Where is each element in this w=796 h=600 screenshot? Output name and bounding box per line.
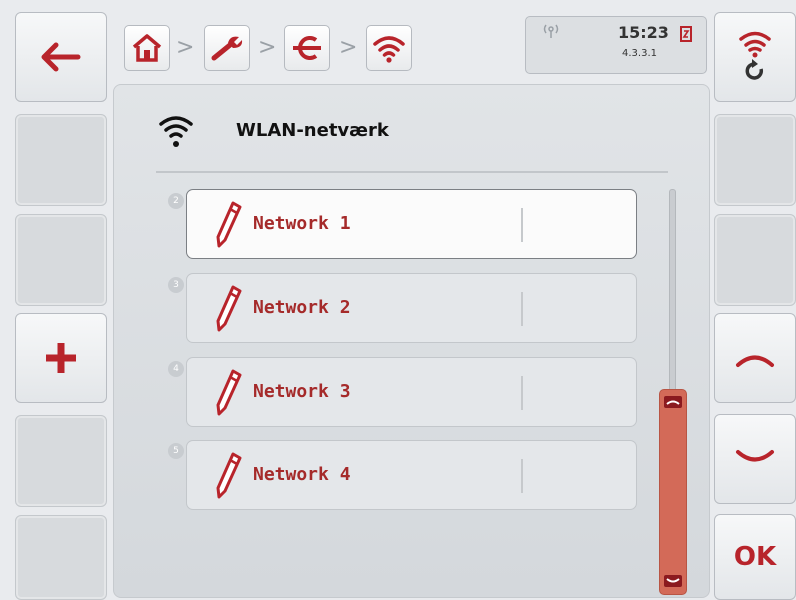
list-item-number: 2 bbox=[168, 193, 184, 209]
scroll-down-button[interactable] bbox=[714, 414, 796, 504]
software-version: 4.3.3.1 bbox=[622, 48, 657, 59]
pencil-icon bbox=[216, 201, 242, 248]
breadcrumb-settings[interactable] bbox=[204, 25, 250, 71]
breadcrumb-separator: > bbox=[176, 35, 195, 60]
ok-label: OK bbox=[733, 542, 777, 572]
chevron-down-icon bbox=[736, 450, 774, 462]
plus-icon bbox=[46, 343, 76, 373]
empty-softkey-left-6 bbox=[15, 515, 107, 600]
scroll-top-cap-icon bbox=[664, 396, 682, 408]
status-area: 15:23 4.3.3.1 bbox=[525, 16, 707, 74]
row-divider bbox=[521, 376, 523, 410]
breadcrumb-home[interactable] bbox=[124, 25, 170, 71]
pencil-icon bbox=[216, 285, 242, 332]
wrench-icon bbox=[211, 36, 243, 61]
wifi-icon bbox=[373, 36, 405, 63]
breadcrumb-wlan[interactable] bbox=[366, 25, 412, 71]
network-name: Network 1 bbox=[253, 213, 351, 234]
arrow-left-icon bbox=[41, 42, 81, 72]
row-divider bbox=[521, 459, 523, 493]
list-item-number: 4 bbox=[168, 361, 184, 377]
list-item-number: 5 bbox=[168, 443, 184, 459]
wifi-refresh-icon bbox=[739, 31, 771, 80]
row-divider bbox=[521, 208, 523, 242]
page-title: WLAN-netværk bbox=[236, 120, 389, 141]
refresh-networks-button[interactable] bbox=[714, 12, 796, 102]
pencil-icon bbox=[216, 369, 242, 416]
list-item-network[interactable]: Network 3 bbox=[186, 357, 637, 427]
list-item-network[interactable]: Network 4 bbox=[186, 440, 637, 510]
chevron-up-icon bbox=[736, 355, 774, 367]
empty-softkey-right-3 bbox=[714, 214, 796, 306]
title-divider bbox=[156, 171, 668, 173]
row-divider bbox=[521, 292, 523, 326]
empty-softkey-right-2 bbox=[714, 114, 796, 206]
ok-button[interactable]: OK bbox=[714, 514, 796, 600]
connector-icon bbox=[293, 36, 321, 60]
list-item-network[interactable]: Network 1 bbox=[186, 189, 637, 259]
add-network-button[interactable] bbox=[15, 313, 107, 403]
clock-time: 15:23 bbox=[618, 23, 669, 42]
scrollbar-track[interactable] bbox=[669, 189, 676, 393]
network-name: Network 2 bbox=[253, 297, 351, 318]
scroll-bottom-cap-icon bbox=[664, 575, 682, 587]
wlan-title-icon bbox=[159, 116, 193, 147]
list-item-number: 3 bbox=[168, 277, 184, 293]
breadcrumb-separator: > bbox=[258, 35, 277, 60]
scroll-up-button[interactable] bbox=[714, 313, 796, 403]
header-bar: > > > 15:23 4.3.3.1 bbox=[114, 11, 710, 79]
sd-card-icon bbox=[680, 26, 692, 42]
empty-softkey-left-2 bbox=[15, 114, 107, 206]
breadcrumb-connection[interactable] bbox=[284, 25, 330, 71]
list-item-network[interactable]: Network 2 bbox=[186, 273, 637, 343]
network-name: Network 3 bbox=[253, 381, 351, 402]
empty-softkey-left-5 bbox=[15, 415, 107, 507]
network-name: Network 4 bbox=[253, 464, 351, 485]
pencil-icon bbox=[216, 452, 242, 499]
main-panel: WLAN-netværk 2 Network 1 3 Network 2 4 N… bbox=[113, 84, 710, 598]
antenna-icon bbox=[543, 24, 559, 38]
breadcrumb-separator: > bbox=[339, 35, 358, 60]
back-button[interactable] bbox=[15, 12, 107, 102]
scrollbar-thumb[interactable] bbox=[659, 389, 687, 595]
home-icon bbox=[132, 34, 162, 62]
empty-softkey-left-3 bbox=[15, 214, 107, 306]
